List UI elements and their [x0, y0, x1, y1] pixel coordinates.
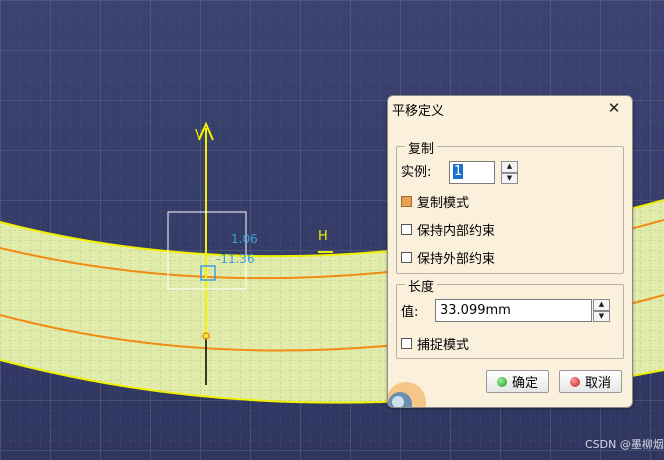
dialog-title: 平移定义 — [392, 104, 445, 119]
snap-mode-check-icon — [401, 338, 412, 349]
keep-internal-checkbox[interactable]: 保持内部约束 — [401, 220, 495, 239]
watermark: CSDN @墨柳烟 — [585, 438, 664, 451]
dimension-label-2: -11.36 — [216, 252, 255, 266]
instance-label: 实例: — [401, 165, 432, 180]
v-axis-label: V — [195, 128, 204, 143]
cancel-button[interactable]: 取消 — [559, 370, 622, 393]
instance-spinner[interactable]: ▲ ▼ — [501, 161, 518, 184]
snap-mode-label: 捕捉模式 — [417, 338, 470, 353]
keep-internal-check-icon — [401, 224, 412, 235]
copy-mode-check-icon — [401, 196, 412, 207]
copy-group-title: 复制 — [405, 138, 438, 157]
ok-label: 确定 — [511, 376, 538, 391]
copy-mode-checkbox[interactable]: 复制模式 — [401, 192, 469, 211]
length-value-label: 值: — [401, 305, 419, 320]
green-dot-icon — [496, 376, 507, 387]
length-group: 长度 值: 33.099mm ▲ ▼ 捕捉模式 — [396, 276, 624, 359]
ok-button[interactable]: 确定 — [486, 370, 549, 393]
translate-definition-dialog: 平移定义 ✕ 复制 实例: 1 ▲ ▼ 复制模式 保持内部约束 保持外部约束 长… — [387, 95, 633, 408]
length-spinner[interactable]: ▲ ▼ — [593, 299, 610, 322]
length-value: 33.099mm — [440, 303, 511, 318]
spin-down-icon[interactable]: ▼ — [501, 172, 518, 184]
spin-up-icon[interactable]: ▲ — [593, 299, 610, 311]
red-dot-icon — [569, 376, 580, 387]
instance-value: 1 — [453, 164, 464, 179]
keep-external-checkbox[interactable]: 保持外部约束 — [401, 248, 495, 267]
spin-down-icon[interactable]: ▼ — [593, 310, 610, 322]
snap-mode-checkbox[interactable]: 捕捉模式 — [401, 334, 469, 353]
length-value-input[interactable]: 33.099mm — [435, 299, 592, 322]
copy-group: 复制 实例: 1 ▲ ▼ 复制模式 保持内部约束 保持外部约束 — [396, 138, 624, 274]
keep-external-check-icon — [401, 252, 412, 263]
instance-input[interactable]: 1 — [449, 161, 495, 184]
dialog-decoration — [388, 382, 426, 407]
keep-external-label: 保持外部约束 — [417, 252, 496, 267]
length-group-title: 长度 — [405, 276, 438, 295]
keep-internal-label: 保持内部约束 — [417, 224, 496, 239]
spin-up-icon[interactable]: ▲ — [501, 161, 518, 173]
close-icon[interactable]: ✕ — [604, 99, 624, 117]
dimension-label-1: 1.06 — [231, 232, 258, 246]
copy-mode-label: 复制模式 — [417, 196, 470, 211]
h-axis-label: H — [318, 229, 328, 244]
cancel-label: 取消 — [584, 376, 611, 391]
